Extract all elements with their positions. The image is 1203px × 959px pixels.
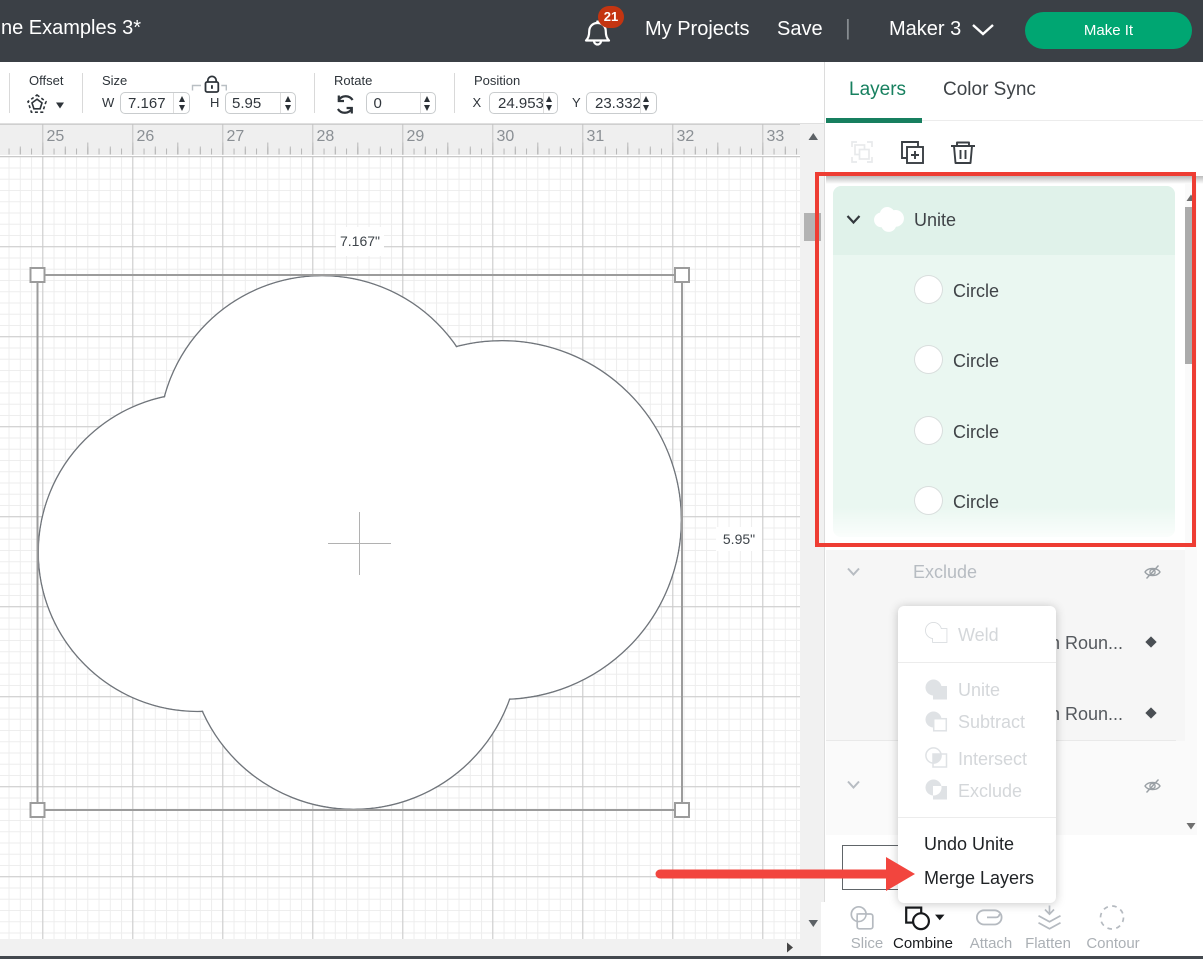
svg-text:31: 31 xyxy=(587,128,605,145)
svg-text:26: 26 xyxy=(137,128,155,145)
svg-text:30: 30 xyxy=(497,128,515,145)
svg-text:25: 25 xyxy=(47,128,65,145)
svg-text:28: 28 xyxy=(317,128,335,145)
svg-text:32: 32 xyxy=(677,128,695,145)
svg-text:33: 33 xyxy=(767,128,785,145)
svg-text:27: 27 xyxy=(227,128,245,145)
svg-text:29: 29 xyxy=(407,128,425,145)
